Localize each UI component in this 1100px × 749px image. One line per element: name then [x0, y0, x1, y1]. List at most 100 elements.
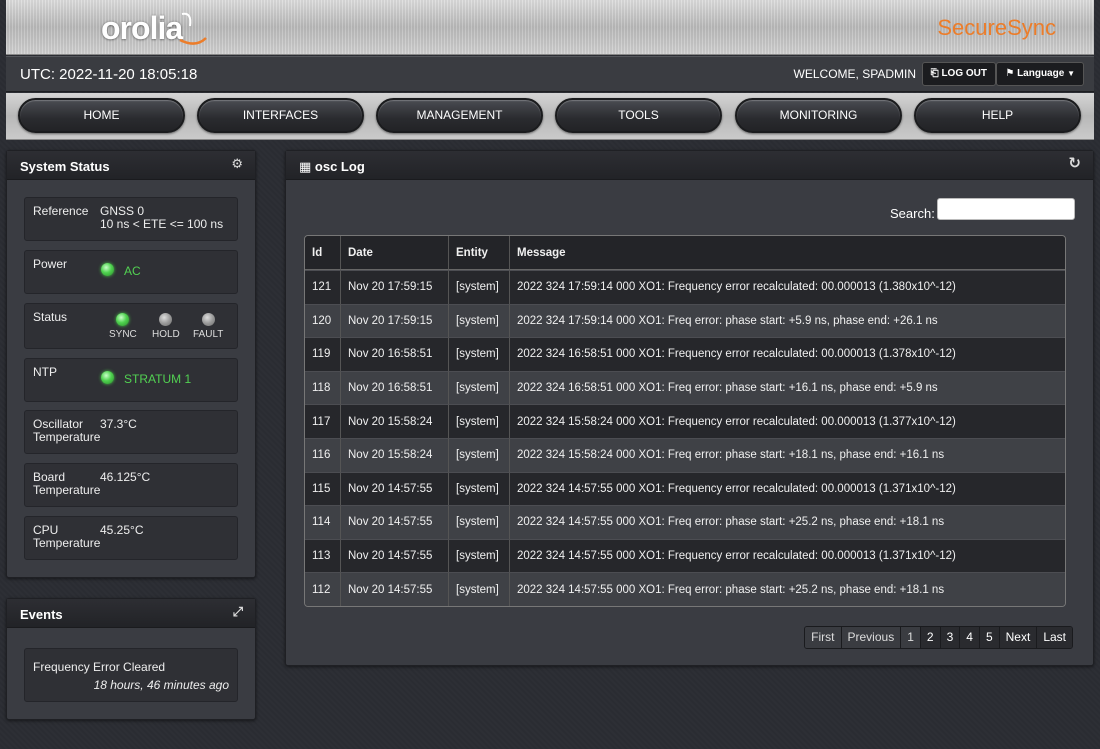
- pager-page-5[interactable]: 5: [979, 627, 1000, 648]
- reference-value: GNSS 0 10 ns < ETE <= 100 ns: [100, 205, 223, 231]
- cell-id: 118: [305, 370, 341, 405]
- table-row[interactable]: 113 Nov 20 14:57:55 [system] 2022 324 14:57…: [305, 538, 1065, 573]
- language-dropdown[interactable]: ⚑ Language ▼: [996, 62, 1084, 86]
- nav-monitoring[interactable]: MONITORING: [735, 98, 902, 133]
- status-power: Power AC: [24, 250, 238, 294]
- pager-page-4[interactable]: 4: [960, 627, 980, 648]
- logout-label: LOG OUT: [941, 68, 987, 79]
- power-led-icon: [101, 263, 114, 276]
- status-label: Status: [33, 310, 68, 324]
- pager-page-2[interactable]: 2: [920, 627, 941, 648]
- column-header-id[interactable]: Id: [305, 236, 341, 270]
- osc-log-header: ▦ osc Log ↻: [286, 151, 1093, 180]
- fault-label: FAULT: [193, 329, 224, 340]
- cell-message: 2022 324 17:59:14 000 XO1: Freq error: p…: [510, 303, 1065, 338]
- expand-icon[interactable]: ⤢: [233, 604, 243, 620]
- status-osc-temp: Oscillator Temperature 37.3°C: [24, 410, 238, 454]
- osc-temp-value: 37.3°C: [100, 417, 137, 431]
- refresh-icon[interactable]: ↻: [1068, 154, 1081, 172]
- nav-tools[interactable]: TOOLS: [555, 98, 722, 133]
- table-row[interactable]: 114 Nov 20 14:57:55 [system] 2022 324 14:57…: [305, 505, 1065, 539]
- table-row[interactable]: 117 Nov 20 15:58:24 [system] 2022 324 15:58…: [305, 404, 1065, 438]
- osc-log-title: osc Log: [314, 159, 365, 174]
- ntp-label: NTP: [33, 365, 57, 379]
- column-header-entity[interactable]: Entity: [449, 236, 510, 270]
- status-board-temp: Board Temperature 46.125°C: [24, 463, 238, 507]
- cell-message: 2022 324 15:58:24 000 XO1: Frequency err…: [510, 404, 1065, 438]
- cell-entity: [system]: [449, 337, 510, 371]
- orolia-logo: orolia: [101, 10, 183, 46]
- cell-entity: [system]: [449, 572, 510, 606]
- hold-label: HOLD: [152, 329, 180, 340]
- cpu-temp-label-line1: CPU: [33, 523, 59, 537]
- search-input[interactable]: [937, 198, 1075, 220]
- reference-value-line2: 10 ns < ETE <= 100 ns: [100, 217, 224, 231]
- cell-date: Nov 20 14:57:55: [341, 572, 449, 606]
- osc-temp-label-line1: Oscillator: [33, 417, 84, 431]
- table-row[interactable]: 112 Nov 20 14:57:55 [system] 2022 324 14:57…: [305, 572, 1065, 606]
- search-label: Search:: [890, 206, 935, 221]
- cpu-temp-value: 45.25°C: [100, 523, 144, 537]
- logout-button[interactable]: ⎗ LOG OUT: [921, 62, 996, 86]
- reference-value-line1: GNSS 0: [100, 204, 145, 218]
- cell-entity: [system]: [449, 370, 510, 405]
- board-temp-label-line1: Board: [33, 470, 66, 484]
- board-temp-label: Board Temperature: [33, 471, 100, 497]
- column-header-date[interactable]: Date: [341, 236, 449, 270]
- cell-id: 114: [305, 505, 341, 539]
- cpu-temp-label: CPU Temperature: [33, 524, 100, 550]
- brand-header: orolia SecureSync: [6, 0, 1094, 55]
- event-item[interactable]: Frequency Error Cleared 18 hours, 46 min…: [24, 648, 238, 702]
- events-panel: Events ⤢ Frequency Error Cleared 18 hour…: [6, 598, 256, 720]
- table-row[interactable]: 121 Nov 20 17:59:15 [system] 2022 324 17:59…: [305, 270, 1065, 304]
- table-row[interactable]: 115 Nov 20 14:57:55 [system] 2022 324 14:57…: [305, 471, 1065, 506]
- cell-entity: [system]: [449, 303, 510, 338]
- pager-next[interactable]: Next: [999, 627, 1038, 648]
- pager-previous[interactable]: Previous: [841, 627, 902, 648]
- logout-icon: ⎗: [930, 68, 939, 79]
- cell-message: 2022 324 14:57:55 000 XO1: Frequency err…: [510, 471, 1065, 506]
- nav-help[interactable]: HELP: [914, 98, 1081, 133]
- cell-entity: [system]: [449, 270, 510, 304]
- flag-icon: ⚑: [1005, 68, 1015, 79]
- cell-message: 2022 324 16:58:51 000 XO1: Freq error: p…: [510, 370, 1065, 405]
- events-title: Events: [20, 607, 63, 622]
- pager-page-1[interactable]: 1: [901, 627, 921, 648]
- status-ntp: NTP STRATUM 1: [24, 358, 238, 402]
- cell-entity: [system]: [449, 437, 510, 472]
- reference-label: Reference: [33, 204, 89, 218]
- cell-id: 115: [305, 471, 341, 506]
- nav-home[interactable]: HOME: [18, 98, 185, 133]
- board-temp-label-line2: Temperature: [33, 483, 101, 497]
- pager-first[interactable]: First: [805, 627, 842, 648]
- cell-id: 120: [305, 303, 341, 338]
- cell-date: Nov 20 14:57:55: [341, 505, 449, 539]
- events-header: Events ⤢: [7, 599, 255, 628]
- cell-id: 116: [305, 437, 341, 472]
- logo-swoosh-icon: [179, 12, 207, 45]
- table-row[interactable]: 120 Nov 20 17:59:15 [system] 2022 324 17:59…: [305, 303, 1065, 338]
- system-status-panel: System Status ⚙ Reference GNSS 0 10 ns <…: [6, 150, 256, 578]
- cell-date: Nov 20 14:57:55: [341, 471, 449, 506]
- table-row[interactable]: 116 Nov 20 15:58:24 [system] 2022 324 15:58…: [305, 437, 1065, 472]
- osc-temp-label-line2: Temperature: [33, 430, 101, 444]
- cell-message: 2022 324 17:59:14 000 XO1: Frequency err…: [510, 270, 1065, 304]
- osc-log-panel: ▦ osc Log ↻ Search: Id Date Entity Messa…: [285, 150, 1094, 666]
- pager-page-3[interactable]: 3: [940, 627, 961, 648]
- nav-management[interactable]: MANAGEMENT: [376, 98, 543, 133]
- cell-message: 2022 324 14:57:55 000 XO1: Freq error: p…: [510, 572, 1065, 606]
- table-row[interactable]: 118 Nov 20 16:58:51 [system] 2022 324 16:58…: [305, 370, 1065, 405]
- gear-icon[interactable]: ⚙: [231, 156, 243, 172]
- cell-message: 2022 324 14:57:55 000 XO1: Freq error: p…: [510, 505, 1065, 539]
- cell-entity: [system]: [449, 505, 510, 539]
- cell-message: 2022 324 16:58:51 000 XO1: Frequency err…: [510, 337, 1065, 371]
- hold-indicator: HOLD: [152, 313, 180, 340]
- column-header-message[interactable]: Message: [510, 236, 1065, 270]
- pager-last[interactable]: Last: [1037, 627, 1072, 648]
- table-row[interactable]: 119 Nov 20 16:58:51 [system] 2022 324 16:58…: [305, 337, 1065, 371]
- nav-interfaces[interactable]: INTERFACES: [197, 98, 364, 133]
- cell-entity: [system]: [449, 404, 510, 438]
- main-nav: HOME INTERFACES MANAGEMENT TOOLS MONITOR…: [6, 93, 1094, 140]
- cell-date: Nov 20 14:57:55: [341, 538, 449, 573]
- cell-id: 113: [305, 538, 341, 573]
